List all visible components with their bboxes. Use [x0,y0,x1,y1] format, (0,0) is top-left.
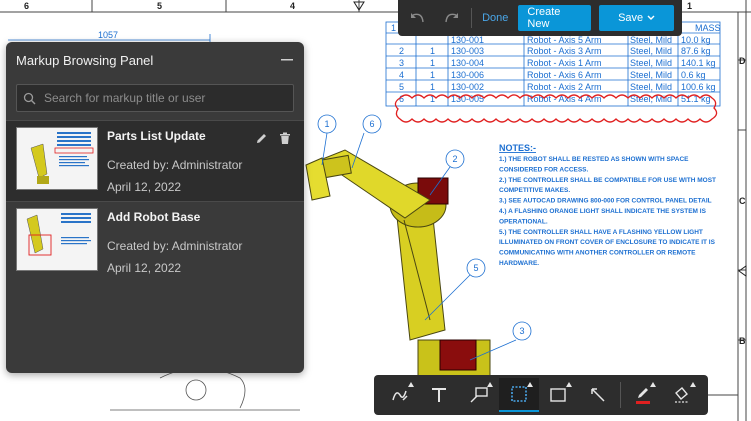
bom-partial-mass: 10.0 kg [681,35,711,45]
bom-cell-item: 3 [399,58,404,68]
note-line: HARDWARE. [499,260,539,267]
note-line: COMMUNICATING WITH ANOTHER CONTROLLER OR… [499,250,696,257]
edit-icon[interactable] [254,131,268,145]
ruler-right-b: B [739,336,746,346]
balloon-1: 1 [324,119,329,129]
trash-icon[interactable] [278,131,292,145]
bom-cell-desc: Robot - Axis 2 Arm [527,82,602,92]
search-icon [23,92,36,104]
top-toolbar: Done Create New Save [398,0,682,36]
bom-cell-item: 2 [399,46,404,56]
markup-author: Created by: Administrator [107,158,243,172]
note-line: ILLUMINATED ON FRONT COVER OF ENCLOSURE … [499,239,716,246]
bom-cell-material: Steel, Mild [630,82,672,92]
bom-cell-desc: Robot - Axis 1 Arm [527,58,602,68]
bom-cell-part: 130-002 [451,82,484,92]
undo-icon[interactable] [406,5,431,31]
markup-date: April 12, 2022 [107,261,182,275]
toolbar-separator [619,382,621,408]
markup-item-add-robot-base[interactable]: Add Robot Base Created by: Administrator… [6,201,304,282]
bom-cell-part: 130-004 [451,58,484,68]
bom-cell-mass: 140.1 kg [681,58,716,68]
bom-cell-desc: Robot - Axis 6 Arm [527,70,602,80]
panel-header: Markup Browsing Panel [6,42,304,78]
note-line: OPERATIONAL. [499,218,548,225]
notes-title: NOTES:- [499,143,536,153]
bom-cell-qty: 1 [430,46,435,56]
markup-browsing-panel: Markup Browsing Panel Parts List Update … [6,42,304,373]
bom-cell-mass: 0.6 kg [681,70,706,80]
bom-cell-item: 5 [399,82,404,92]
markup-title: Add Robot Base [107,210,201,224]
ruler-top-6: 6 [24,1,29,11]
bom-cell-desc: Robot - Axis 3 Arm [527,46,602,56]
bom-header-item: 1 [391,23,396,33]
note-line: 3.) SEE AUTOCAD DRAWING 800-000 FOR CONT… [499,198,712,205]
cloud-icon[interactable] [498,378,539,412]
bom-header-mass: MASS [695,23,721,33]
balloon-3: 3 [519,326,524,336]
bom-cell-part: 130-003 [451,46,484,56]
bom-cell-qty: 1 [430,70,435,80]
bom-cell-material: Steel, Mild [630,70,672,80]
pen-color-icon[interactable] [623,378,663,412]
create-new-button[interactable]: Create New [518,5,592,31]
markup-date: April 12, 2022 [107,180,182,194]
bom-cell-mass: 100.6 kg [681,82,716,92]
markup-thumbnail [16,208,98,271]
callout-icon[interactable] [459,378,499,412]
save-label: Save [618,12,644,24]
markup-author: Created by: Administrator [107,239,243,253]
balloon-2: 2 [452,154,457,164]
markup-thumbnail [16,127,98,190]
ruler-top-1: 1 [687,1,692,11]
note-line: 4.) A FLASHING ORANGE LIGHT SHALL INDICA… [499,208,707,215]
bom-cell-material: Steel, Mild [630,46,672,56]
bom-partial-part: 130-001 [451,35,484,45]
search-box [16,84,294,112]
save-button[interactable]: Save [599,5,674,31]
search-input[interactable] [42,90,287,106]
bom-cell-qty: 1 [430,82,435,92]
markup-title: Parts List Update [107,129,206,143]
note-line: 1.) THE ROBOT SHALL BE RESTED AS SHOWN W… [499,156,689,163]
ruler-right-c: C [739,196,746,206]
bom-cell-material: Steel, Mild [630,58,672,68]
balloon-5: 5 [473,263,478,273]
markup-tools-toolbar [374,375,708,415]
text-icon[interactable] [420,378,460,412]
ruler-top-5: 5 [157,1,162,11]
freehand-icon[interactable] [380,378,420,412]
rectangle-icon[interactable] [539,378,579,412]
fill-icon[interactable] [662,378,702,412]
ruler-top-4: 4 [290,1,295,11]
chevron-down-icon [647,15,655,20]
ruler-right-d: D [739,56,746,66]
arrow-icon[interactable] [578,378,618,412]
bom-partial-desc: Robot - Axis 5 Arm [527,35,602,45]
note-line: 5.) THE CONTROLLER SHALL HAVE A FLASHING… [499,229,703,236]
dimension-1057: 1057 [98,30,118,40]
note-line: COMPETITIVE MAKES. [499,187,570,194]
bom-cell-qty: 1 [430,58,435,68]
done-button[interactable]: Done [480,12,510,24]
note-line: 2.) THE CONTROLLER SHALL BE COMPATIBLE F… [499,177,716,184]
toolbar-separator [471,8,473,28]
bom-partial-material: Steel, Mild [630,35,672,45]
bom-cell-item: 4 [399,70,404,80]
minimize-icon[interactable] [280,53,294,67]
redo-icon[interactable] [439,5,464,31]
bom-cell-part: 130-006 [451,70,484,80]
markup-item-parts-list-update[interactable]: Parts List Update Created by: Administra… [6,120,304,201]
panel-title: Markup Browsing Panel [16,52,154,68]
note-line: CONSIDERED FOR ACCESS. [499,166,589,173]
balloon-6: 6 [369,119,374,129]
bom-cell-mass: 87.6 kg [681,46,711,56]
